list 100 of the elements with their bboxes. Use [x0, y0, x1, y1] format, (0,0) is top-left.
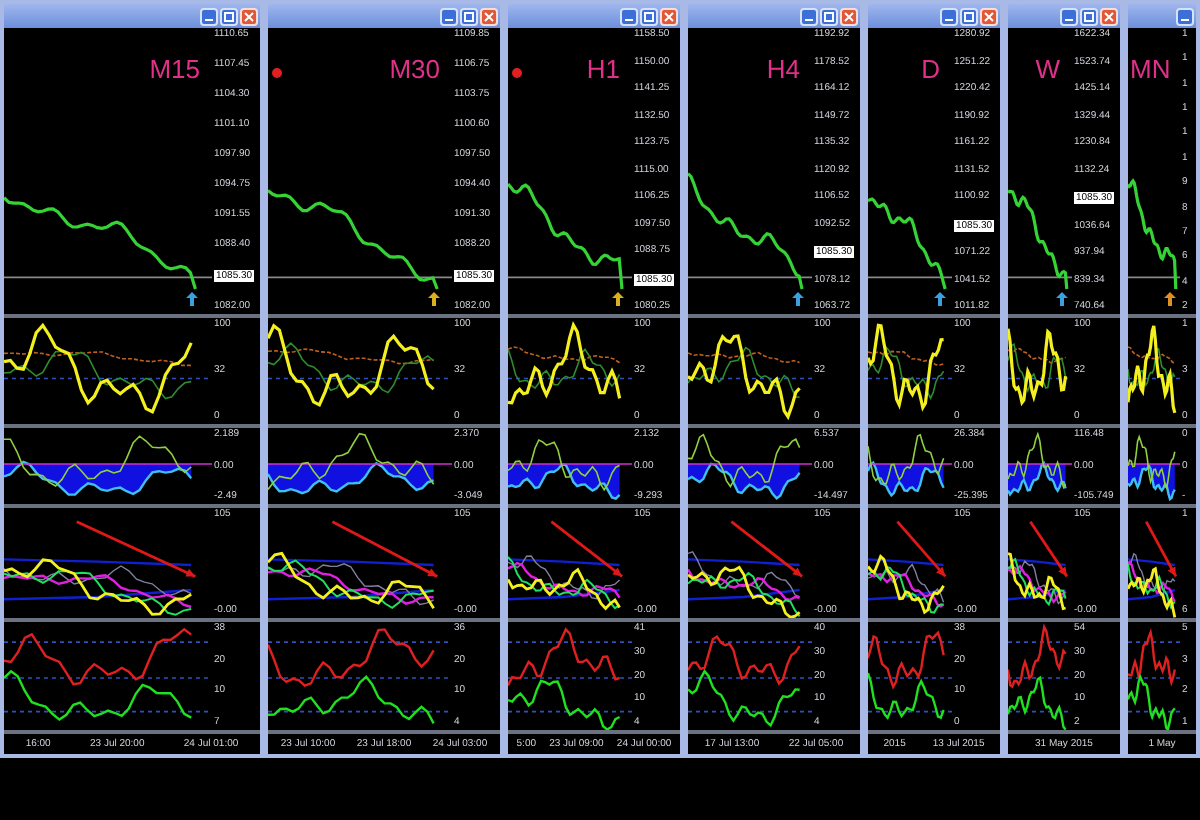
signal-line: [868, 350, 945, 366]
signal-line: [1008, 431, 1067, 490]
average-line: [508, 556, 621, 610]
close-button[interactable]: [240, 7, 258, 25]
price-level-line: [1128, 276, 1180, 279]
close-button[interactable]: [660, 7, 678, 25]
price-line: [688, 172, 804, 290]
level-line: [508, 641, 632, 643]
minimize-button[interactable]: [800, 7, 818, 25]
maximize-icon: [824, 11, 834, 21]
average-line: [1128, 559, 1176, 603]
close-icon: [1104, 11, 1114, 21]
close-icon: [244, 11, 254, 21]
close-button[interactable]: [980, 7, 998, 25]
timeframe-label: M15: [149, 56, 200, 82]
average-line: [688, 550, 801, 598]
level-line: [868, 677, 952, 679]
minus-di-line: [508, 679, 621, 730]
zero-line: [1008, 463, 1072, 465]
maximize-icon: [644, 11, 654, 21]
level-line: [508, 677, 632, 679]
zero-line: [508, 463, 632, 465]
price-line: [1128, 178, 1178, 290]
price-level-line: [868, 276, 952, 279]
band-line: [1128, 558, 1175, 567]
band-line: [868, 588, 944, 601]
level-line: [1128, 641, 1180, 643]
macd-histogram: [688, 462, 801, 501]
signal-line: [1128, 346, 1176, 364]
minimize-button[interactable]: [940, 7, 958, 25]
trend-arrow: [1144, 521, 1178, 578]
level-line: [1008, 710, 1072, 713]
minimize-button[interactable]: [620, 7, 638, 25]
zero-line: [1128, 463, 1180, 465]
close-button[interactable]: [840, 7, 858, 25]
band-line: [688, 588, 800, 601]
price-level-line: [1008, 276, 1072, 279]
level-line: [1128, 710, 1180, 713]
close-icon: [844, 11, 854, 21]
average-line: [1128, 562, 1176, 610]
trend-arrow: [550, 520, 623, 578]
macd-histogram: [508, 463, 621, 500]
price-level-line: [688, 276, 812, 279]
average-line: [508, 567, 621, 611]
band-line: [508, 588, 620, 601]
band-line: [1008, 558, 1066, 567]
close-icon: [484, 11, 494, 21]
minimize-button[interactable]: [1176, 7, 1194, 25]
minus-di-line: [868, 672, 945, 721]
close-icon: [664, 11, 674, 21]
minus-di-line: [1128, 672, 1176, 730]
level-line: [868, 710, 952, 713]
timeframe-label: H4: [766, 56, 800, 82]
level-line: [868, 641, 952, 643]
average-line: [1128, 552, 1176, 597]
maximize-button[interactable]: [220, 7, 238, 25]
close-button[interactable]: [480, 7, 498, 25]
price-level-line: [508, 276, 632, 279]
minus-di-line: [1008, 675, 1067, 730]
price-line: [1008, 189, 1069, 290]
signal-line: [868, 433, 945, 485]
level-line: [1128, 377, 1180, 380]
signal-line: [1008, 347, 1067, 364]
timeframe-label: H1: [586, 56, 620, 82]
signal-line: [508, 346, 621, 364]
maximize-icon: [224, 11, 234, 21]
plus-di-line: [688, 634, 801, 686]
signal-line: [1128, 434, 1176, 490]
maximize-button[interactable]: [460, 7, 478, 25]
maximize-button[interactable]: [1080, 7, 1098, 25]
price-line: [868, 197, 947, 290]
trend-arrow: [331, 520, 438, 578]
level-line: [688, 641, 812, 643]
minimize-button[interactable]: [200, 7, 218, 25]
minus-di-line: [688, 669, 800, 728]
plus-di-line: [868, 630, 945, 690]
timeframe-label: MN: [1130, 56, 1171, 82]
level-line: [1008, 377, 1072, 380]
timeframe-label: W: [1035, 56, 1060, 82]
maximize-icon: [1084, 11, 1094, 21]
plus-di-line: [1128, 627, 1176, 687]
level-line: [508, 377, 632, 380]
zero-line: [688, 463, 812, 465]
plus-di-line: [508, 627, 620, 686]
minimize-button[interactable]: [440, 7, 458, 25]
close-button[interactable]: [1100, 7, 1118, 25]
level-line: [1008, 677, 1072, 679]
maximize-button[interactable]: [820, 7, 838, 25]
level-line: [508, 710, 632, 713]
close-icon: [984, 11, 994, 21]
band-line: [1008, 588, 1066, 601]
maximize-button[interactable]: [640, 7, 658, 25]
macd-histogram: [1008, 460, 1067, 497]
zero-line: [868, 463, 952, 465]
signal-line: [688, 351, 801, 364]
trend-arrow: [896, 520, 947, 578]
timeframe-label: M30: [389, 56, 440, 82]
trend-arrow: [1029, 520, 1069, 578]
minimize-button[interactable]: [1060, 7, 1078, 25]
maximize-button[interactable]: [960, 7, 978, 25]
